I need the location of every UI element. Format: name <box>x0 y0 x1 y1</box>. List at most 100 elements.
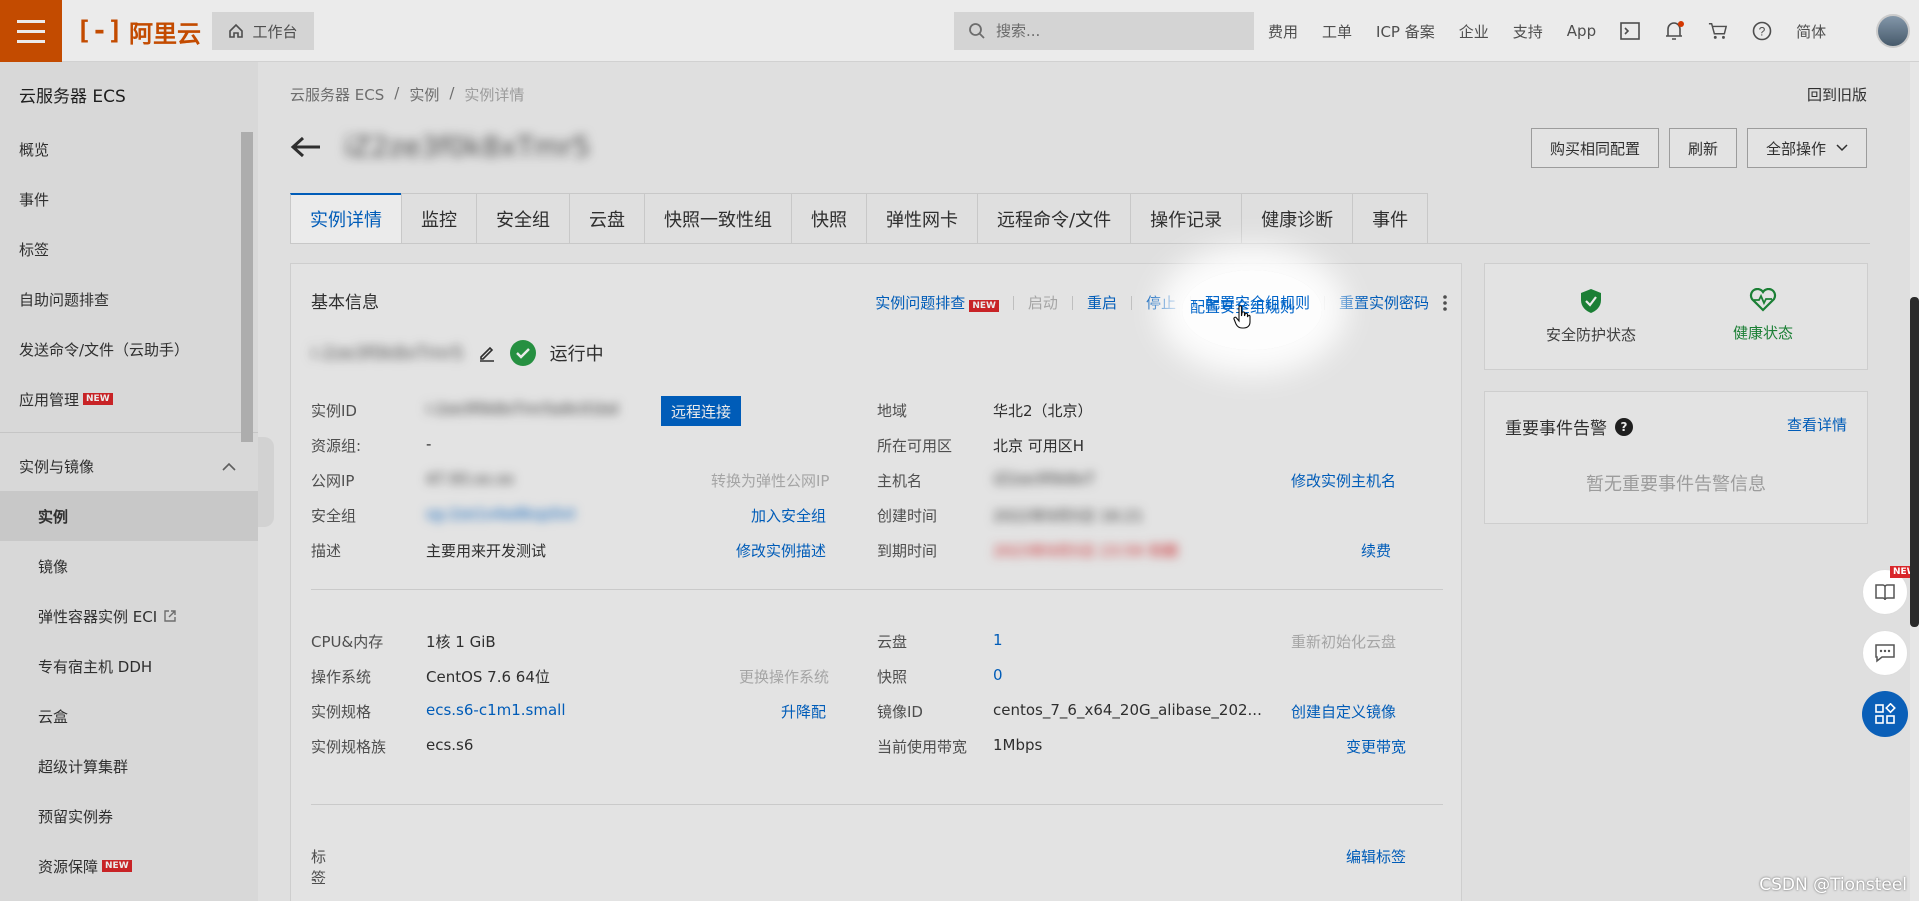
sidebar-item-ddh[interactable]: 专有宿主机 DDH <box>0 641 258 691</box>
events-title-row: 重要事件告警 ? <box>1505 414 1633 439</box>
tab-disks[interactable]: 云盘 <box>569 193 645 243</box>
search-box[interactable] <box>954 12 1254 50</box>
edit-description-link[interactable]: 修改实例描述 <box>736 540 826 561</box>
question-icon[interactable]: ? <box>1615 417 1633 436</box>
nav-fees[interactable]: 费用 <box>1268 21 1298 42</box>
float-apps-button[interactable] <box>1862 691 1908 737</box>
nav-tickets[interactable]: 工单 <box>1322 21 1352 42</box>
sidebar-item-label: 资源保障 <box>38 857 99 876</box>
logo-text: 阿里云 <box>128 19 201 48</box>
disk-count-link[interactable]: 1 <box>993 631 1003 649</box>
sidebar-item-cloud-box[interactable]: 云盒 <box>0 691 258 741</box>
field-label: 到期时间 <box>877 542 938 560</box>
renew-link[interactable]: 续费 <box>1361 540 1391 561</box>
nav-icp[interactable]: ICP 备案 <box>1376 21 1435 42</box>
join-security-group-link[interactable]: 加入安全组 <box>751 505 826 526</box>
edit-hostname-link[interactable]: 修改实例主机名 <box>1291 470 1396 491</box>
refresh-button[interactable]: 刷新 <box>1668 128 1737 168</box>
breadcrumb-instances[interactable]: 实例 <box>409 84 439 105</box>
create-custom-image-link[interactable]: 创建自定义镜像 <box>1291 701 1396 722</box>
sidebar-item-cloud-assistant[interactable]: 发送命令/文件（云助手） <box>0 324 258 374</box>
edit-icon[interactable] <box>478 344 496 362</box>
sidebar-item-instances[interactable]: 实例 <box>0 491 258 541</box>
tab-eni[interactable]: 弹性网卡 <box>866 193 978 243</box>
tab-operation-records[interactable]: 操作记录 <box>1130 193 1243 243</box>
float-feedback-button[interactable] <box>1862 630 1908 676</box>
section-divider <box>311 589 1443 590</box>
tab-instance-details[interactable]: 实例详情 <box>290 193 402 243</box>
edit-tags-link[interactable]: 编辑标签 <box>1346 846 1406 867</box>
security-status[interactable]: 安全防护状态 <box>1505 288 1677 345</box>
tab-events[interactable]: 事件 <box>1352 193 1429 243</box>
sidebar-item-events[interactable]: 事件 <box>0 174 258 224</box>
sidebar-group-instances-images[interactable]: 实例与镜像 <box>0 441 258 491</box>
cart-icon[interactable] <box>1708 21 1728 41</box>
instance-id-value: i-2ze3f0k8xTmr5a9c01bd <box>426 400 619 418</box>
search-input[interactable] <box>996 22 1236 40</box>
health-status[interactable]: 健康状态 <box>1677 287 1849 343</box>
field-label: 资源组: <box>311 437 362 455</box>
page-scrollbar[interactable] <box>1910 62 1919 901</box>
sidebar-item-reserved[interactable]: 预留实例券 <box>0 791 258 841</box>
bell-icon[interactable] <box>1664 21 1685 41</box>
sidebar-item-overview[interactable]: 概览 <box>0 124 258 174</box>
sidebar-item-resource-guarantee[interactable]: 资源保障 NEW <box>0 841 258 891</box>
lang-switch[interactable]: 简体 <box>1796 21 1826 42</box>
change-os-link: 更换操作系统 <box>739 668 830 686</box>
sidebar-item-scc[interactable]: 超级计算集群 <box>0 741 258 791</box>
restart-link[interactable]: 重启 <box>1087 292 1117 313</box>
status-panel: 安全防护状态 健康状态 <box>1484 263 1868 370</box>
nav-enterprise[interactable]: 企业 <box>1459 21 1489 42</box>
tab-health-diagnosis[interactable]: 健康诊断 <box>1241 193 1354 243</box>
tab-remote-commands[interactable]: 远程命令/文件 <box>977 193 1132 243</box>
back-arrow-icon[interactable] <box>290 135 322 159</box>
instance-type-link[interactable]: ecs.s6-c1m1.small <box>426 701 566 719</box>
troubleshoot-link[interactable]: 实例问题排查 NEW <box>875 292 999 313</box>
troubleshoot-label: 实例问题排查 <box>875 294 966 312</box>
breadcrumb-current: 实例详情 <box>464 86 525 104</box>
buy-same-config-button[interactable]: 购买相同配置 <box>1530 128 1659 168</box>
resource-group-value: - <box>426 435 432 453</box>
breadcrumb-ecs[interactable]: 云服务器 ECS <box>290 84 384 105</box>
terminal-icon[interactable] <box>1620 21 1640 41</box>
instance-actions: 实例问题排查 NEW 启动 重启 停止 配置安全组规则 重置实例密码 <box>875 292 1447 313</box>
more-icon[interactable] <box>1443 294 1447 311</box>
tab-monitoring[interactable]: 监控 <box>401 193 477 243</box>
region-value: 华北2（北京） <box>993 402 1093 420</box>
instance-status-row: i-2ze3f0k8xTmr5 运行中 <box>311 340 604 366</box>
nav-support[interactable]: 支持 <box>1513 21 1543 42</box>
chevron-up-icon <box>222 462 236 471</box>
view-details-link[interactable]: 查看详情 <box>1787 414 1847 435</box>
sidebar-scrollbar[interactable] <box>241 132 253 442</box>
sidebar-item-app-management[interactable]: 应用管理 NEW <box>0 374 258 424</box>
sidebar-item-troubleshoot[interactable]: 自助问题排查 <box>0 274 258 324</box>
notification-dot <box>1678 21 1685 27</box>
all-actions-label: 全部操作 <box>1765 139 1826 158</box>
aliyun-logo[interactable]: [-] 阿里云 <box>76 14 201 48</box>
hamburger-menu-icon[interactable] <box>0 0 62 62</box>
back-to-old-version-link[interactable]: 回到旧版 <box>1807 84 1867 105</box>
nav-app[interactable]: App <box>1567 22 1596 40</box>
tab-snapshots[interactable]: 快照 <box>791 193 867 243</box>
upgrade-downgrade-link[interactable]: 升降配 <box>781 701 826 722</box>
sidebar-item-tags[interactable]: 标签 <box>0 224 258 274</box>
stop-link[interactable]: 停止 <box>1146 292 1176 313</box>
workbench-button[interactable]: 工作台 <box>212 12 314 50</box>
user-avatar[interactable] <box>1876 14 1910 48</box>
snapshot-count-link[interactable]: 0 <box>993 666 1003 684</box>
tab-security-group[interactable]: 安全组 <box>476 193 570 243</box>
help-icon[interactable]: ? <box>1752 21 1772 41</box>
home-icon <box>229 23 244 38</box>
all-actions-button[interactable]: 全部操作 <box>1746 128 1867 168</box>
remote-connect-button[interactable]: 远程连接 <box>661 396 742 426</box>
page-scrollbar-thumb[interactable] <box>1910 297 1919 627</box>
security-group-value[interactable]: sg-2ze1x4w8kqz0vt <box>426 505 576 523</box>
sidebar-item-eci[interactable]: 弹性容器实例 ECI <box>0 591 258 641</box>
tab-snapshot-consistency-group[interactable]: 快照一致性组 <box>644 193 792 243</box>
change-bandwidth-link[interactable]: 变更带宽 <box>1346 736 1406 757</box>
sidebar-item-label: 应用管理 <box>19 390 80 409</box>
reset-password-link[interactable]: 重置实例密码 <box>1339 292 1429 313</box>
zone-value: 北京 可用区H <box>993 437 1085 455</box>
sidebar-item-images[interactable]: 镜像 <box>0 541 258 591</box>
sidebar-item-label: 专有宿主机 DDH <box>38 657 153 676</box>
